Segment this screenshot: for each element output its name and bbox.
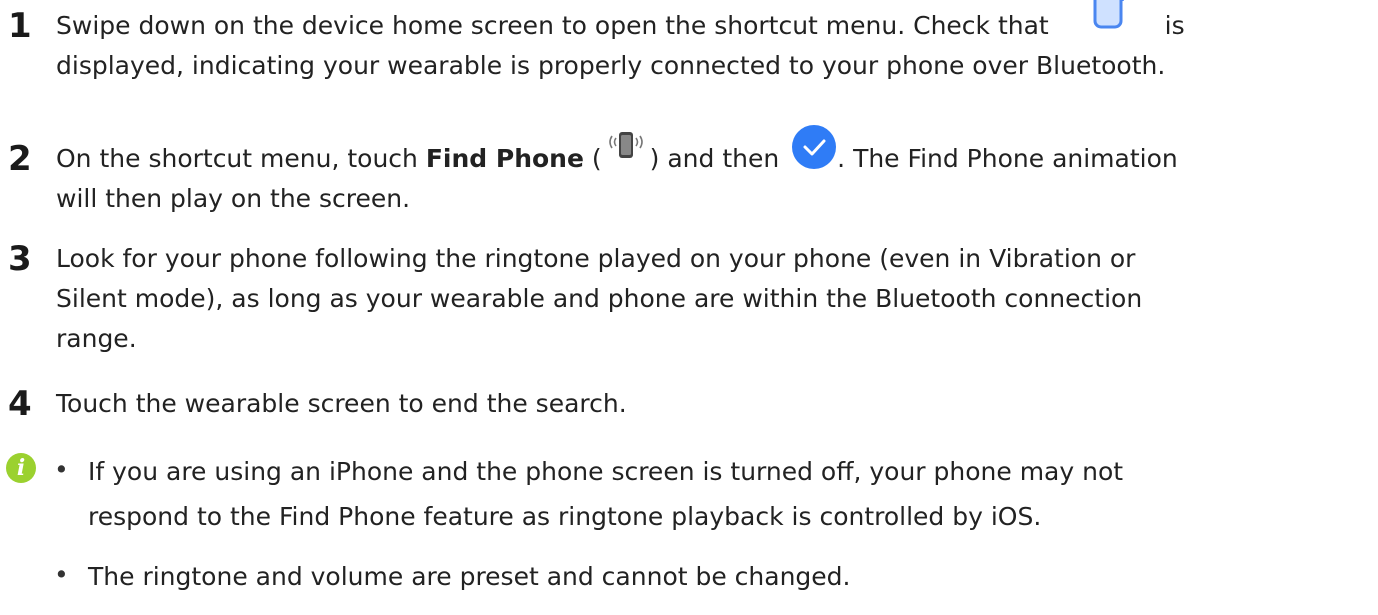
note-text-line: The ringtone and volume are preset and c… [88,562,851,591]
step-text-line: displayed, indicating your wearable is p… [56,51,1166,80]
find-phone-label: Find Phone [425,144,584,173]
step-text-line: range. [56,324,137,353]
bullet-dot: • [54,560,69,589]
step-number: 1 [8,6,32,46]
step-number: 3 [8,239,32,279]
confirm-check-icon [791,125,837,180]
step-number: 4 [8,384,32,424]
phone-connected-icon [1091,0,1127,47]
find-phone-icon [604,132,648,180]
step-number: 2 [8,139,32,179]
step-text-line: will then play on the screen. [56,184,411,213]
step-text-line: On the shortcut menu, touch Find Phone (… [56,125,1366,180]
note-text-line: respond to the Find Phone feature as rin… [88,502,1042,531]
step-text-line: Silent mode), as long as your wearable a… [56,284,1143,313]
info-icon: i [6,453,36,483]
step-text-line: Look for your phone following the ringto… [56,244,1136,273]
step-text-line: Touch the wearable screen to end the sea… [56,389,627,418]
step-text-line: Swipe down on the device home screen to … [56,0,1366,47]
note-text-line: If you are using an iPhone and the phone… [88,457,1124,486]
bullet-dot: • [54,455,69,484]
